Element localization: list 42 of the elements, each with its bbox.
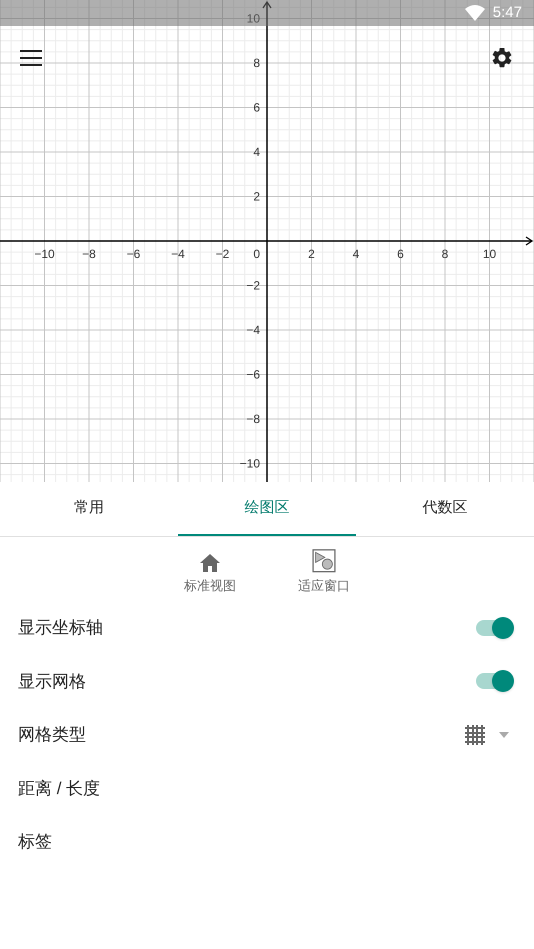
axis-label: 0 xyxy=(253,247,260,261)
axis-label: 6 xyxy=(253,100,260,114)
toolbar-button[interactable]: 适应窗口 xyxy=(298,549,350,595)
settings-icon xyxy=(490,46,514,70)
axis-label: −4 xyxy=(246,323,260,337)
wifi-icon xyxy=(464,5,485,21)
axis-label: 10 xyxy=(246,12,260,26)
axis-label: 2 xyxy=(253,190,260,204)
toolbar-button[interactable]: 标准视图 xyxy=(184,549,236,595)
axis-label: −8 xyxy=(82,247,96,261)
axis-label: 8 xyxy=(442,247,448,261)
home-icon xyxy=(199,552,221,572)
tab[interactable]: 绘图区 xyxy=(178,482,356,536)
setting-label: 显示网格 xyxy=(18,670,86,692)
axis-label: −10 xyxy=(34,247,55,261)
setting-label: 网格类型 xyxy=(18,724,86,746)
grid-icon xyxy=(465,724,485,745)
axis-label: 4 xyxy=(352,247,360,261)
toggle-switch[interactable] xyxy=(476,668,514,694)
axis-label: 2 xyxy=(308,247,315,261)
setting-label: 显示坐标轴 xyxy=(18,617,103,639)
axis-label: −8 xyxy=(246,412,260,426)
menu-button[interactable] xyxy=(20,48,42,68)
tab[interactable]: 代数区 xyxy=(356,482,534,536)
axis-label: 4 xyxy=(253,145,260,159)
caret-icon xyxy=(499,732,509,738)
axis-label: −6 xyxy=(126,247,140,261)
axis-label: −4 xyxy=(171,247,185,261)
toggle-switch[interactable] xyxy=(476,614,514,641)
setting-label: 标签 xyxy=(18,831,52,853)
axis-label: 8 xyxy=(253,56,260,70)
axis-label: −10 xyxy=(240,456,260,470)
axis-label: −6 xyxy=(246,368,260,382)
settings-button[interactable] xyxy=(490,46,514,70)
setting-label: 距离 / 长度 xyxy=(18,778,100,800)
axis-label: 6 xyxy=(397,247,404,261)
tab[interactable]: 常用 xyxy=(0,482,178,536)
axis-label: −2 xyxy=(216,247,230,261)
status-time: 5:47 xyxy=(492,2,522,23)
shapes-icon xyxy=(310,549,338,572)
axis-label: 10 xyxy=(482,247,496,261)
axis-label: −2 xyxy=(246,278,260,292)
